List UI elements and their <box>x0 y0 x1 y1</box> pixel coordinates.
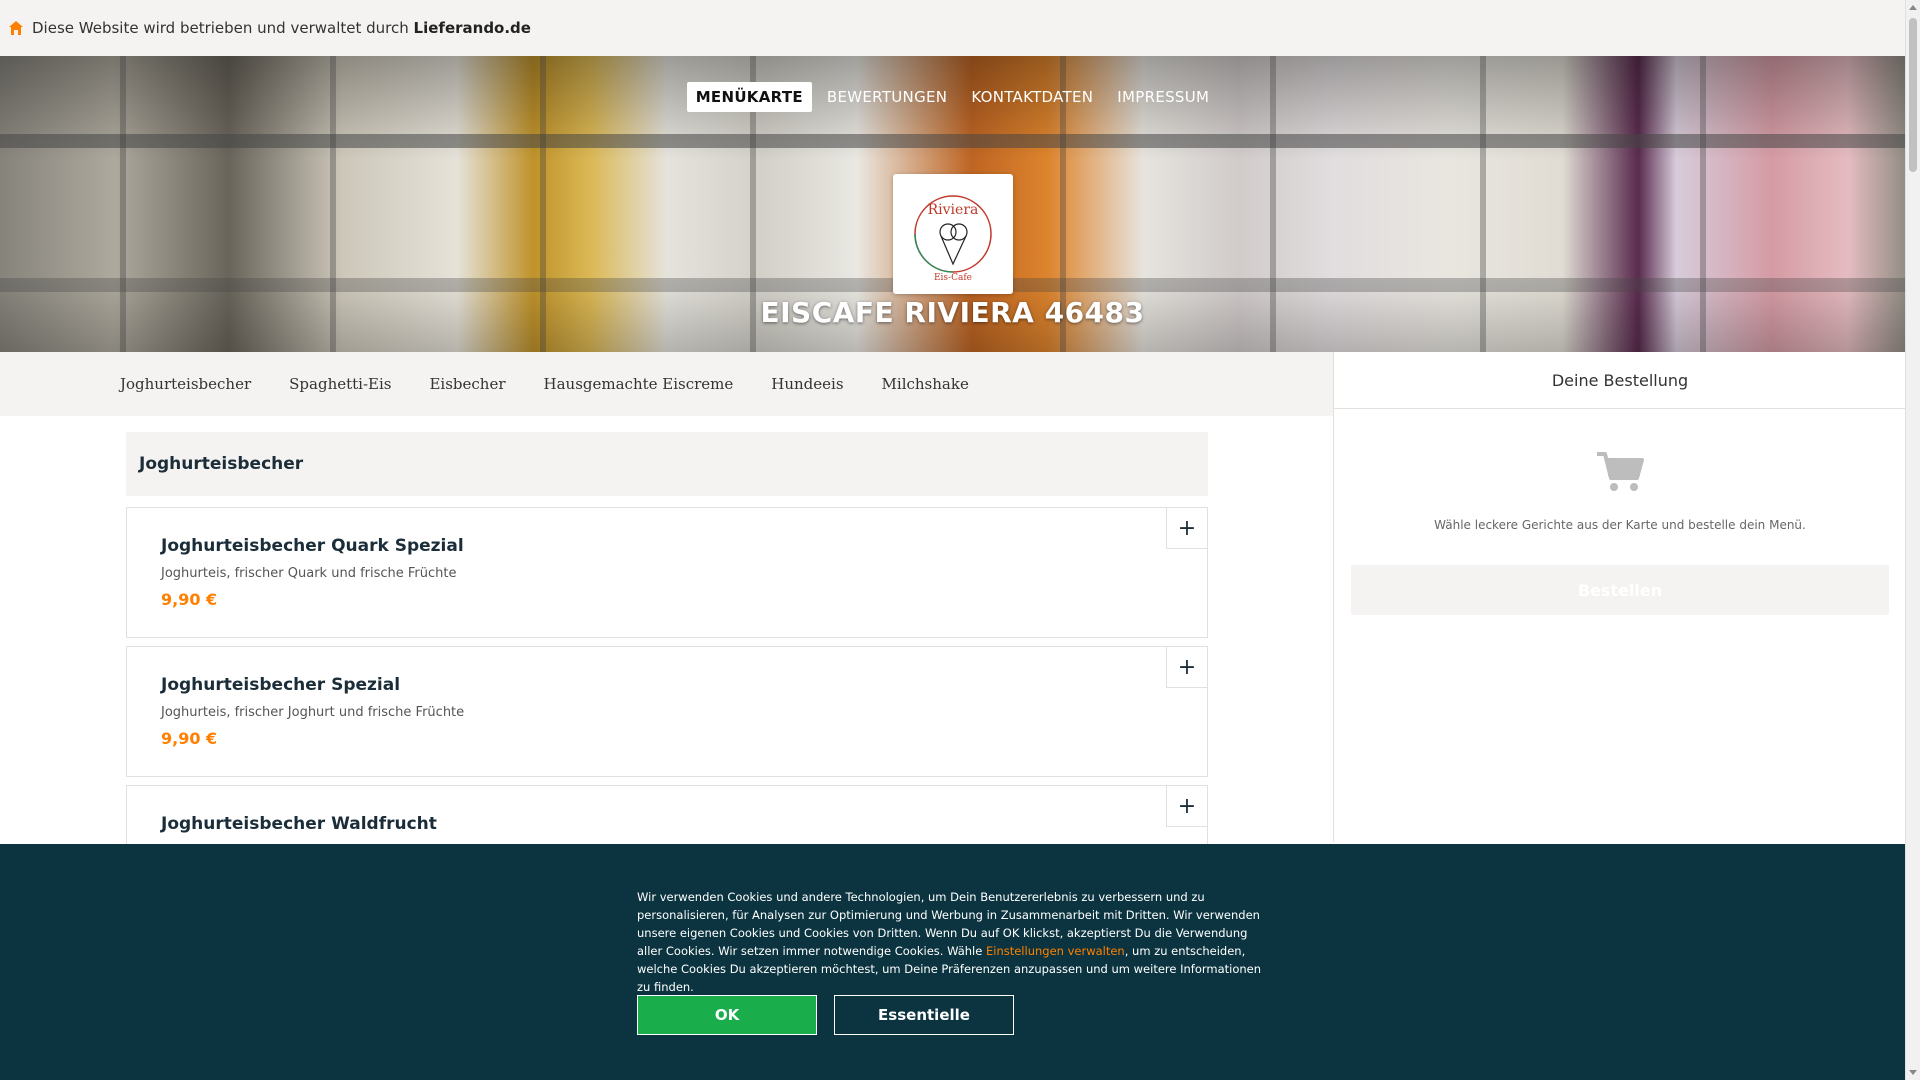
banner-text: Diese Website wird betrieben und verwalt… <box>32 19 409 37</box>
section-title: Joghurteisbecher <box>139 454 304 474</box>
category-hundeeis[interactable]: Hundeeis <box>771 375 843 393</box>
operator-banner: Diese Website wird betrieben und verwalt… <box>0 0 1905 57</box>
section-header: Joghurteisbecher <box>126 432 1208 496</box>
add-to-cart-button[interactable]: + <box>1166 508 1207 549</box>
hero-decoration <box>0 134 1905 148</box>
item-price: 9,90 € <box>161 729 218 748</box>
banner-brand[interactable]: Lieferando.de <box>414 19 531 37</box>
add-to-cart-button[interactable]: + <box>1166 647 1207 688</box>
restaurant-name: EISCAFE RIVIERA 46483 <box>760 296 1145 329</box>
menu-item[interactable]: Joghurteisbecher Quark Spezial Joghurtei… <box>126 507 1208 638</box>
item-description: Joghurteis, frischer Joghurt und frische… <box>161 705 465 720</box>
item-description: Joghurteis, frischer Quark und frische F… <box>161 566 457 581</box>
category-spaghetti-eis[interactable]: Spaghetti-Eis <box>289 375 391 393</box>
category-bar: Joghurteisbecher Spaghetti-Eis Eisbecher… <box>0 352 1333 416</box>
category-hausgemachte-eiscreme[interactable]: Hausgemachte Eiscreme <box>544 375 734 393</box>
logo-top-text: Riviera <box>928 202 979 218</box>
cookie-ok-button[interactable]: OK <box>637 995 817 1035</box>
restaurant-logo: Riviera Eis-Cafe <box>893 174 1013 294</box>
scroll-thumb[interactable] <box>1909 18 1917 172</box>
item-name: Joghurteisbecher Quark Spezial <box>161 536 464 556</box>
tab-kontaktdaten[interactable]: KONTAKTDATEN <box>962 82 1102 112</box>
add-to-cart-button[interactable]: + <box>1166 786 1207 827</box>
item-name: Joghurteisbecher Waldfrucht <box>161 814 437 834</box>
menu-item[interactable]: Joghurteisbecher Spezial Joghurteis, fri… <box>126 646 1208 777</box>
order-panel: Deine Bestellung Wähle leckere Gerichte … <box>1333 352 1906 842</box>
category-eisbecher[interactable]: Eisbecher <box>429 375 505 393</box>
menu-item[interactable]: Joghurteisbecher Waldfrucht + <box>126 785 1208 846</box>
category-milchshake[interactable]: Milchshake <box>882 375 969 393</box>
order-title: Deine Bestellung <box>1334 352 1906 409</box>
cookie-essential-button[interactable]: Essentielle <box>834 995 1014 1035</box>
cart-icon <box>1595 450 1645 499</box>
cookie-text: Wir verwenden Cookies und andere Technol… <box>637 888 1267 996</box>
order-empty-hint: Wähle leckere Gerichte aus der Karte und… <box>1434 518 1806 532</box>
main-nav: MENÜKARTE BEWERTUNGEN KONTAKTDATEN IMPRE… <box>0 82 1905 112</box>
cookie-banner: Wir verwenden Cookies und andere Technol… <box>0 844 1905 1080</box>
tab-menukarte[interactable]: MENÜKARTE <box>686 82 812 112</box>
tab-bewertungen[interactable]: BEWERTUNGEN <box>818 82 956 112</box>
page-scrollbar[interactable] <box>1905 0 1920 1080</box>
logo-bottom-text: Eis-Cafe <box>934 273 972 283</box>
scroll-up-icon[interactable] <box>1909 5 1917 10</box>
tab-impressum[interactable]: IMPRESSUM <box>1108 82 1218 112</box>
item-price: 9,90 € <box>161 590 218 609</box>
home-icon <box>8 20 24 36</box>
category-joghurteisbecher[interactable]: Joghurteisbecher <box>120 375 251 393</box>
item-name: Joghurteisbecher Spezial <box>161 675 401 695</box>
order-button[interactable]: Bestellen <box>1351 565 1889 615</box>
scroll-down-icon[interactable] <box>1909 1070 1917 1075</box>
cookie-settings-link[interactable]: Einstellungen verwalten <box>986 944 1125 958</box>
